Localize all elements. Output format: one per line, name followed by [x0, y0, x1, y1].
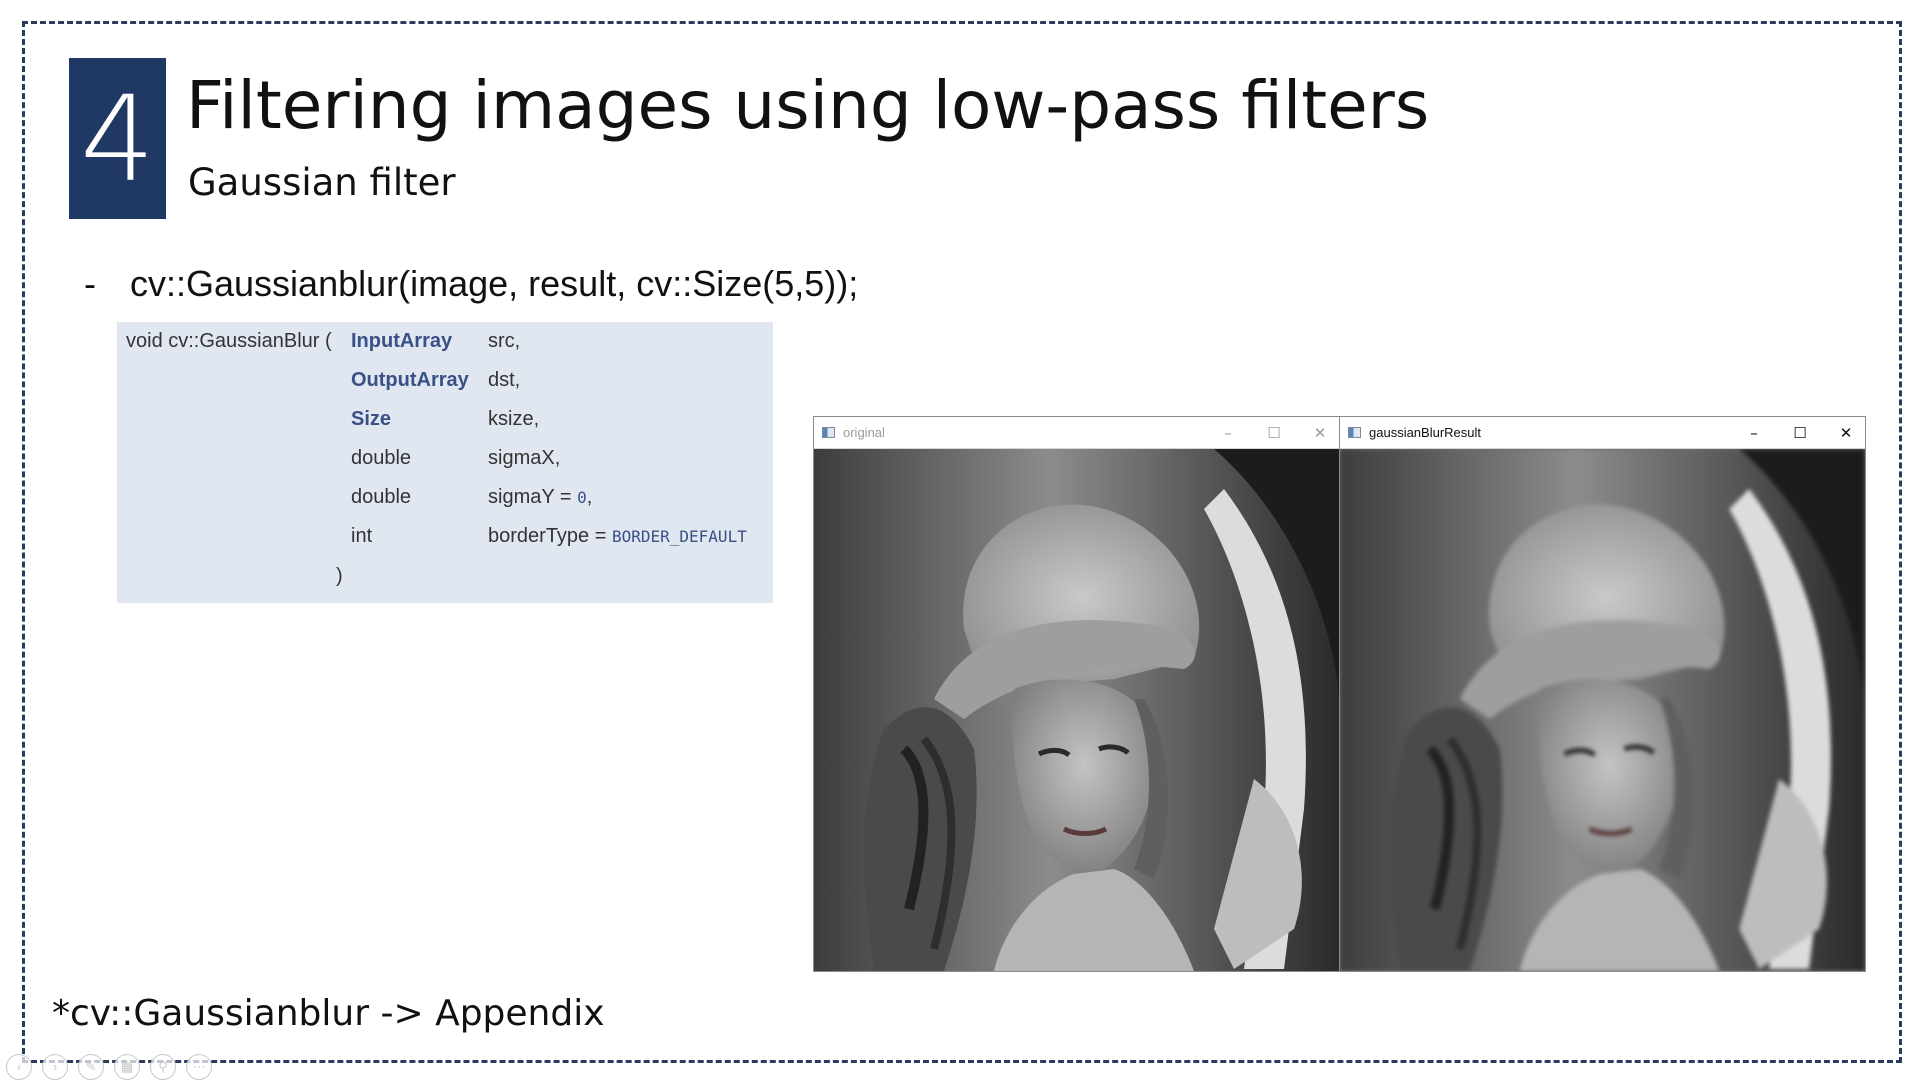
- param-name-text: sigmaY =: [488, 486, 578, 508]
- param-type-link[interactable]: InputArray: [351, 327, 452, 355]
- param-name: sigmaY = 0,: [488, 483, 592, 512]
- window-title: original: [843, 425, 885, 440]
- blurred-image: [1340, 449, 1865, 971]
- slide-title: Filtering images using low-pass filters: [186, 67, 1430, 144]
- param-default: 0: [577, 488, 587, 507]
- param-name: dst,: [488, 369, 521, 391]
- param-suffix: ,: [586, 486, 593, 508]
- portrait-image: [1340, 449, 1865, 971]
- appendix-note: *cv::Gaussianblur -> Appendix: [52, 993, 605, 1034]
- zoom-icon[interactable]: ⚲: [150, 1054, 176, 1080]
- window-title: gaussianBlurResult: [1369, 425, 1482, 440]
- param-type: double: [351, 486, 412, 508]
- param-type: double: [351, 447, 412, 469]
- more-icon[interactable]: ⋯: [186, 1054, 212, 1080]
- minimize-icon[interactable]: –: [1218, 423, 1238, 443]
- code-bullet: - cv::Gaussianblur(image, result, cv::Siz…: [84, 260, 858, 308]
- app-icon: [1348, 427, 1361, 438]
- window-titlebar[interactable]: gaussianBlurResult – ☐ ✕: [1340, 417, 1865, 449]
- slides-icon[interactable]: ▦: [114, 1054, 140, 1080]
- maximize-icon[interactable]: ☐: [1790, 423, 1810, 443]
- close-icon[interactable]: ✕: [1310, 423, 1330, 443]
- signature-row: Size ksize,: [117, 405, 773, 433]
- window-titlebar[interactable]: original – ☐ ✕: [814, 417, 1340, 449]
- result-window[interactable]: gaussianBlurResult – ☐ ✕: [1339, 416, 1866, 972]
- signature-row: int borderType = BORDER_DEFAULT: [117, 522, 773, 550]
- signature-row: double sigmaY = 0,: [117, 483, 773, 511]
- signature-row: ): [117, 562, 773, 590]
- bullet-marker: -: [84, 263, 96, 304]
- signature-function: void cv::GaussianBlur (: [126, 330, 332, 352]
- pen-icon[interactable]: ✎: [78, 1054, 104, 1080]
- close-icon[interactable]: ✕: [1836, 423, 1856, 443]
- original-image: [814, 449, 1340, 971]
- maximize-icon[interactable]: ☐: [1264, 423, 1284, 443]
- param-type: int: [351, 525, 373, 547]
- section-number-badge: 4: [69, 58, 166, 219]
- signature-row: double sigmaX,: [117, 444, 773, 472]
- app-icon: [822, 427, 835, 438]
- param-name: src,: [488, 330, 521, 352]
- function-signature-box: void cv::GaussianBlur ( InputArray src, …: [117, 322, 773, 603]
- param-name: ksize,: [488, 408, 540, 430]
- slideshow-nav: ‹ › ✎ ▦ ⚲ ⋯: [6, 1054, 212, 1082]
- prev-icon[interactable]: ‹: [6, 1054, 32, 1080]
- param-name: borderType = BORDER_DEFAULT: [488, 522, 747, 551]
- portrait-image: [814, 449, 1340, 971]
- param-type-link[interactable]: OutputArray: [351, 366, 469, 394]
- minimize-icon[interactable]: –: [1744, 423, 1764, 443]
- param-name: sigmaX,: [488, 447, 561, 469]
- original-window[interactable]: original – ☐ ✕: [813, 416, 1341, 972]
- next-icon[interactable]: ›: [42, 1054, 68, 1080]
- param-name-text: borderType =: [488, 525, 612, 547]
- signature-row: void cv::GaussianBlur ( InputArray src,: [117, 327, 773, 355]
- param-default[interactable]: BORDER_DEFAULT: [612, 527, 747, 546]
- slide-subtitle: Gaussian filter: [188, 161, 456, 204]
- param-type-link[interactable]: Size: [351, 405, 391, 433]
- signature-close-paren: ): [336, 565, 343, 587]
- signature-row: OutputArray dst,: [117, 366, 773, 394]
- bullet-text: cv::Gaussianblur(image, result, cv::Size…: [130, 263, 859, 304]
